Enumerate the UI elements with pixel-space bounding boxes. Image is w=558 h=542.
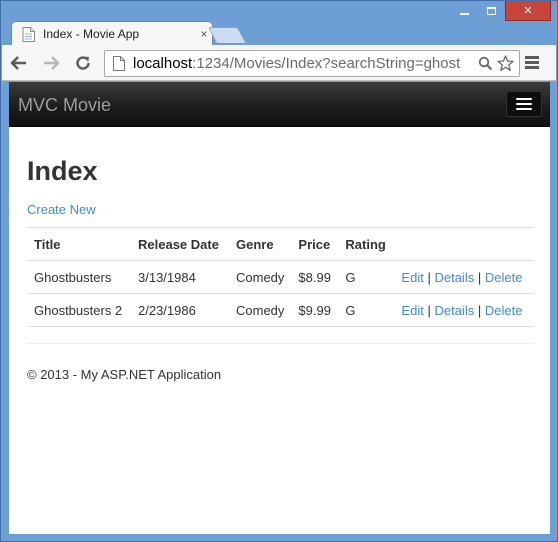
star-icon[interactable] bbox=[495, 54, 515, 73]
minimize-button[interactable] bbox=[451, 1, 478, 21]
delete-link[interactable]: Delete bbox=[485, 303, 523, 318]
column-header-price: Price bbox=[291, 227, 339, 261]
window-controls: ✕ bbox=[451, 1, 551, 22]
back-button[interactable] bbox=[9, 53, 29, 73]
cell-genre: Comedy bbox=[229, 260, 292, 294]
table-row: Ghostbusters 2 2/23/1986 Comedy $9.99 G … bbox=[27, 293, 534, 327]
tab-title: Index - Movie App bbox=[43, 27, 140, 41]
menu-icon-bar bbox=[525, 66, 539, 69]
maximize-icon bbox=[487, 7, 496, 15]
reload-icon bbox=[76, 56, 90, 70]
link-separator: | bbox=[477, 302, 482, 318]
site-navbar: MVC Movie bbox=[9, 82, 550, 127]
hamburger-icon-bar bbox=[516, 103, 532, 105]
browser-tab-active[interactable]: Index - Movie App × bbox=[11, 21, 213, 46]
cell-rating: G bbox=[338, 293, 395, 327]
cell-actions: Edit | Details | Delete bbox=[394, 260, 534, 294]
cell-price: $9.99 bbox=[291, 293, 339, 327]
cell-title: Ghostbusters bbox=[27, 260, 131, 294]
navbar-toggle-button[interactable] bbox=[506, 91, 542, 117]
minimize-icon bbox=[460, 13, 469, 15]
page-icon bbox=[22, 26, 35, 42]
url-path: :1234/Movies/Index?searchString=ghost bbox=[192, 55, 461, 72]
title-bar: ✕ Index - Movie App × bbox=[1, 1, 557, 46]
footer-copyright: © 2013 - My ASP.NET Application bbox=[27, 367, 222, 382]
forward-button[interactable] bbox=[41, 53, 61, 73]
cell-release-date: 2/23/1986 bbox=[131, 293, 229, 327]
cell-rating: G bbox=[338, 260, 395, 294]
url-host: localhost bbox=[133, 55, 193, 72]
table-header-row: Title Release Date Genre Price Rating bbox=[27, 227, 534, 261]
cell-title: Ghostbusters 2 bbox=[27, 293, 131, 327]
cell-release-date: 3/13/1984 bbox=[131, 260, 229, 294]
search-icon[interactable] bbox=[475, 54, 495, 73]
column-header-title: Title bbox=[27, 227, 131, 261]
delete-link[interactable]: Delete bbox=[485, 270, 523, 285]
page-viewport: MVC Movie Index Create New Title Release… bbox=[9, 82, 550, 534]
maximize-button[interactable] bbox=[478, 1, 505, 21]
address-bar[interactable]: localhost:1234/Movies/Index?searchString… bbox=[104, 50, 520, 77]
movies-table: Title Release Date Genre Price Rating Gh… bbox=[27, 227, 534, 327]
site-brand[interactable]: MVC Movie bbox=[18, 95, 111, 116]
edit-link[interactable]: Edit bbox=[401, 303, 423, 318]
browser-toolbar: localhost:1234/Movies/Index?searchString… bbox=[2, 45, 556, 81]
column-header-release-date: Release Date bbox=[131, 227, 229, 261]
close-icon: ✕ bbox=[523, 4, 533, 17]
close-window-button[interactable]: ✕ bbox=[505, 1, 551, 21]
footer-divider bbox=[27, 343, 534, 344]
new-tab-button[interactable] bbox=[207, 27, 247, 43]
create-new-link[interactable]: Create New bbox=[27, 202, 96, 217]
cell-actions: Edit | Details | Delete bbox=[394, 293, 534, 327]
address-bar-actions bbox=[475, 54, 515, 73]
back-icon bbox=[10, 56, 26, 70]
edit-link[interactable]: Edit bbox=[401, 270, 423, 285]
column-header-genre: Genre bbox=[229, 227, 292, 261]
page-icon bbox=[113, 56, 125, 71]
link-separator: | bbox=[427, 269, 431, 285]
cell-price: $8.99 bbox=[291, 260, 339, 294]
details-link[interactable]: Details bbox=[434, 270, 474, 285]
page-title: Index bbox=[27, 156, 98, 186]
menu-icon bbox=[525, 56, 539, 59]
hamburger-icon-bar bbox=[516, 108, 532, 110]
cell-genre: Comedy bbox=[229, 293, 292, 327]
reload-button[interactable] bbox=[73, 53, 93, 73]
details-link[interactable]: Details bbox=[434, 303, 474, 318]
forward-icon bbox=[44, 56, 60, 70]
browser-menu-button[interactable] bbox=[524, 54, 540, 72]
link-separator: | bbox=[427, 302, 431, 318]
hamburger-icon bbox=[516, 98, 532, 100]
menu-icon-bar bbox=[525, 61, 539, 64]
link-separator: | bbox=[477, 269, 482, 285]
browser-window: ✕ Index - Movie App × localhost:1234/Mo… bbox=[0, 0, 558, 542]
column-header-rating: Rating bbox=[338, 227, 395, 261]
table-row: Ghostbusters 3/13/1984 Comedy $8.99 G Ed… bbox=[27, 260, 534, 294]
column-header-actions bbox=[394, 227, 534, 261]
